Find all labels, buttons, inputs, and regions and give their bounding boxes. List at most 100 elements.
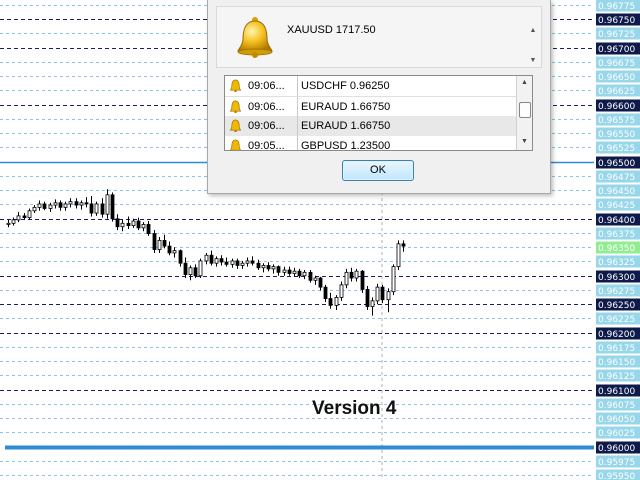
candle-body: [84, 202, 89, 205]
bell-icon: [229, 119, 242, 132]
candle-body: [256, 262, 261, 269]
price-label: 0.96175: [598, 344, 635, 354]
price-label: 0.96400: [598, 216, 635, 226]
list-item[interactable]: 09:06... EURAUD 1.66750: [225, 116, 517, 136]
candle-body: [375, 286, 380, 302]
candle-body: [204, 254, 209, 262]
price-label: 0.96075: [598, 401, 635, 411]
candle-body: [126, 222, 131, 226]
candle-body: [136, 220, 141, 229]
candle-body: [27, 210, 32, 219]
candle-body: [68, 201, 73, 205]
candle-body: [339, 284, 344, 298]
candle-body: [287, 269, 292, 274]
price-label: 0.96225: [598, 315, 635, 325]
candle-body: [53, 202, 58, 206]
candle-body: [157, 240, 162, 250]
candle-body: [141, 224, 146, 229]
ok-button[interactable]: OK: [342, 160, 414, 181]
candle-body: [16, 215, 21, 221]
candle-body: [224, 261, 229, 265]
alert-text: EURAUD 1.66750: [301, 120, 391, 132]
alert-time: 09:06...: [248, 101, 285, 113]
candle-body: [313, 277, 318, 281]
candle-body: [380, 286, 385, 301]
candle-body: [344, 271, 349, 286]
candle-body: [230, 260, 235, 265]
scroll-up-icon[interactable]: ▲: [517, 77, 532, 89]
candle-body: [271, 266, 276, 270]
price-label: 0.96425: [598, 201, 635, 211]
price-label: 0.96500: [598, 159, 635, 169]
candle-body: [209, 254, 214, 264]
candle-body: [58, 202, 63, 208]
price-label: 0.96450: [598, 187, 635, 197]
price-label: 0.96025: [598, 429, 635, 439]
price-label: 0.95950: [598, 472, 635, 480]
price-label: 0.96125: [598, 372, 635, 382]
candle-body: [89, 203, 94, 214]
candle-body: [276, 266, 281, 273]
candle-body: [188, 267, 193, 276]
candle-body: [292, 270, 297, 274]
candle-body: [349, 271, 354, 279]
price-label: 0.96625: [598, 87, 635, 97]
alert-message-panel: XAUUSD 1717.50 ▲ ▼: [216, 6, 542, 68]
candle-body: [115, 218, 120, 228]
candle-body: [74, 201, 79, 206]
candle-body: [183, 262, 188, 276]
price-label: 0.96100: [598, 387, 635, 397]
list-item[interactable]: 09:05... GBPUSD 1.23500: [225, 136, 517, 151]
candle-body: [6, 222, 11, 225]
message-scrollbar[interactable]: ▲ ▼: [527, 11, 539, 64]
candle-body: [297, 270, 302, 277]
candle-body: [172, 250, 177, 254]
candle-body: [266, 265, 271, 270]
list-scrollbar[interactable]: ▲ ▼: [516, 76, 532, 150]
candle-body: [360, 270, 365, 290]
bell-icon: [237, 17, 273, 58]
price-label: 0.96650: [598, 73, 635, 83]
candle-body: [219, 258, 224, 263]
candle-body: [79, 202, 84, 206]
candle-body: [245, 260, 250, 264]
candle-body: [100, 203, 105, 215]
price-label: 0.96350: [598, 244, 635, 254]
bell-icon: [230, 139, 241, 150]
candle-body: [167, 245, 172, 254]
list-item[interactable]: 09:06... USDCHF 0.96250: [225, 76, 517, 96]
candle-body: [235, 260, 240, 266]
price-label: 0.96600: [598, 102, 635, 112]
alert-text: GBPUSD 1.23500: [301, 140, 391, 151]
price-label: 0.96050: [598, 415, 635, 425]
scroll-thumb[interactable]: [519, 102, 531, 118]
alert-time: 09:05...: [248, 140, 285, 151]
candle-body: [391, 266, 396, 293]
list-item[interactable]: 09:06... EURAUD 1.66750: [225, 96, 517, 118]
price-label: 0.96325: [598, 258, 635, 268]
candle-body: [386, 291, 391, 301]
candle-body: [32, 206, 37, 212]
candle-body: [152, 233, 157, 250]
price-label: 0.96000: [598, 444, 635, 454]
candle-body: [162, 240, 167, 247]
candle-body: [42, 203, 47, 209]
bell-icon: [229, 100, 242, 113]
candle-body: [302, 271, 307, 277]
candle-body: [323, 286, 328, 299]
scroll-down-icon[interactable]: ▼: [517, 136, 532, 148]
price-label: 0.96375: [598, 230, 635, 240]
price-label: 0.96275: [598, 287, 635, 297]
version-watermark: Version 4: [312, 398, 397, 419]
price-label: 0.96700: [598, 45, 635, 55]
price-label: 0.96750: [598, 16, 635, 26]
price-axis: 0.96775 0.96750 0.96725 0.96700 0.96675 0.966…: [596, 0, 640, 480]
candle-body: [193, 267, 198, 277]
price-label: 0.96150: [598, 358, 635, 368]
candle-body: [11, 219, 16, 224]
bell-icon: [229, 79, 242, 92]
alert-text: USDCHF 0.96250: [301, 80, 390, 92]
candle-body: [110, 194, 115, 220]
candle-body: [365, 289, 370, 307]
alert-text: EURAUD 1.66750: [301, 101, 391, 113]
